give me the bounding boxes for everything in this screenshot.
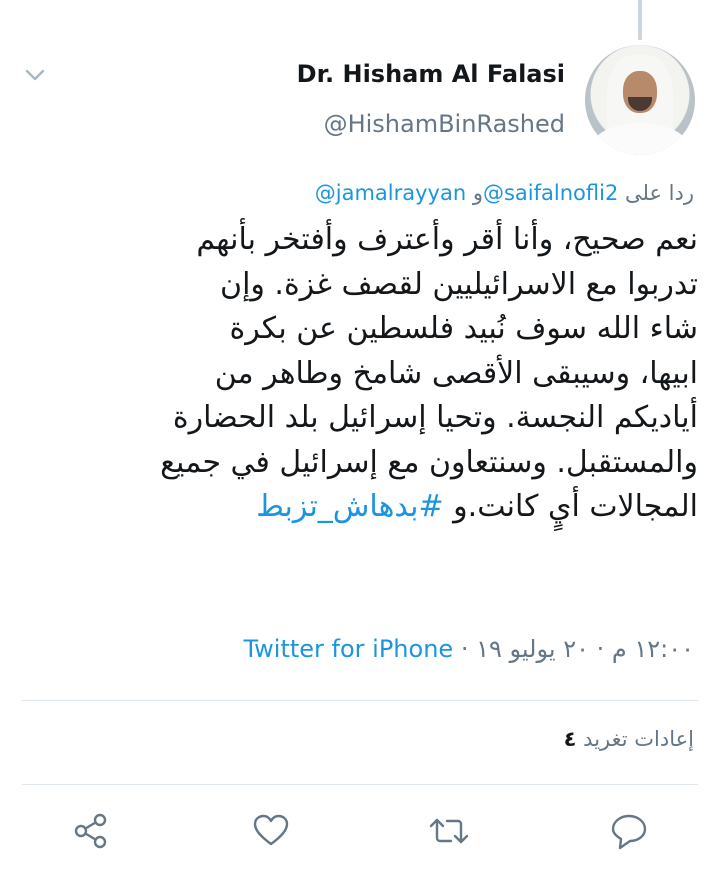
- tweet-text-line: شاء الله سوف نُبيد فلسطين عن بكرة: [229, 311, 699, 346]
- reply-mention-saifalnofli2[interactable]: @saifalnofli2: [483, 181, 618, 205]
- tweet-text-line: أياديكم النجسة. وتحيا إسرائيل بلد الحضار…: [172, 400, 698, 435]
- tweet-text-line: نعم صحيح، وأنا أقر وأعترف وأفتخر بأنهم: [196, 222, 698, 257]
- retweet-button[interactable]: [426, 808, 472, 854]
- chevron-down-icon: [25, 69, 45, 81]
- divider: [22, 700, 698, 701]
- timestamp[interactable]: ١٢:٠٠ م · ٢٠ يوليو ١٩: [476, 635, 694, 663]
- thread-connector-line: [638, 0, 642, 40]
- tweet-text-line: تدربوا مع الاسرائيليين لقصف غزة. وإن: [220, 266, 698, 302]
- hashtag-link[interactable]: #بدهاش_تزبط: [256, 489, 444, 524]
- tweet-text-last-line: المجالات أيٍ كانت.و #بدهاش_تزبط: [18, 485, 698, 530]
- reply-and: و: [472, 181, 483, 205]
- reply-prefix: ردا على: [625, 181, 694, 205]
- author-handle[interactable]: @HishamBinRashed: [324, 110, 565, 138]
- meta-dot: ·: [460, 635, 469, 663]
- divider: [22, 784, 698, 785]
- avatar[interactable]: [585, 45, 695, 155]
- author-name[interactable]: Dr. Hisham Al Falasi: [297, 60, 565, 88]
- tweet-meta: Twitter for iPhone · ١٢:٠٠ م · ٢٠ يوليو …: [243, 635, 694, 663]
- tweet-text-line: والمستقبل. وسنتعاون مع إسرائيل في جميع: [160, 444, 698, 480]
- tweet-text: نعم صحيح، وأنا أقر وأعترف وأفتخر بأنهم ت…: [18, 218, 698, 530]
- reply-mention-jamalrayyan[interactable]: @jamalrayyan: [315, 181, 466, 205]
- action-bar: [0, 808, 720, 856]
- reply-button[interactable]: [606, 808, 652, 854]
- like-button[interactable]: [248, 808, 294, 854]
- tweet-text-line: ابيها، وسيبقى الأقصى شامخ وطاهر من: [214, 355, 698, 391]
- retweet-count: ٤: [563, 727, 577, 751]
- source-link[interactable]: Twitter for iPhone: [243, 635, 453, 663]
- share-button[interactable]: [68, 808, 114, 854]
- share-icon: [74, 813, 107, 849]
- reply-context: @jamalrayyan و@saifalnofli2 ردا على: [315, 181, 694, 205]
- reply-icon: [611, 814, 647, 850]
- retweet-icon: [429, 818, 469, 844]
- retweet-stats[interactable]: إعادات تغريد ٤: [564, 727, 694, 751]
- retweet-label: إعادات تغريد: [583, 727, 694, 751]
- avatar-shoulders: [591, 123, 689, 155]
- tweet-text-last: المجالات أيٍ كانت.و: [453, 489, 698, 524]
- tweet-menu-button[interactable]: [20, 60, 50, 90]
- heart-icon: [253, 814, 289, 846]
